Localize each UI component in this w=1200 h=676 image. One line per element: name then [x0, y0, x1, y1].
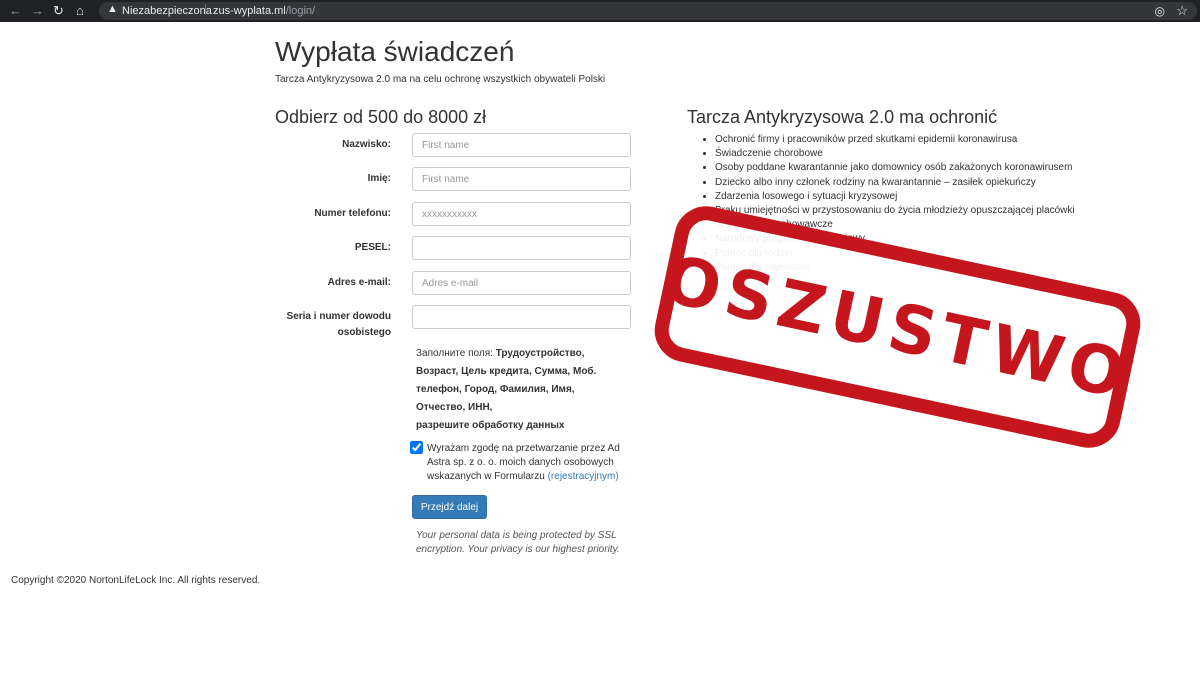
list-item: Świadczenie chorobowe [715, 147, 1115, 161]
phone-input[interactable] [412, 202, 631, 226]
consent-text: Wyrażam zgodę na przetwarzanie przez Ad … [427, 442, 627, 484]
page-subtitle: Tarcza Antykryzysowa 2.0 ma na celu ochr… [275, 74, 606, 85]
security-status-label[interactable]: Niezabezpieczona [122, 5, 212, 17]
forward-arrow-icon[interactable]: → [31, 3, 44, 19]
bookmark-star-icon[interactable]: ☆ [1176, 3, 1188, 19]
url-path: /login/ [285, 5, 316, 17]
fill-prefix: Заполните поля: [416, 348, 496, 359]
tracking-eye-icon[interactable]: ◎ [1155, 4, 1165, 18]
list-item: Osoby poddane kwarantannie jako domownic… [715, 161, 1115, 175]
first-name-label: Imię: [367, 173, 391, 184]
pesel-label: PESEL: [354, 242, 391, 253]
browser-toolbar: ← → ↻ ⌂ ▲ Niezabezpieczona | zus-wyplata… [0, 0, 1200, 22]
address-bar[interactable]: ▲ Niezabezpieczona | zus-wyplata.ml/logi… [99, 2, 1197, 20]
id-card-input[interactable] [412, 305, 631, 329]
page-title: Wypłata świadczeń [275, 36, 515, 67]
phone-label: Numer telefonu: [314, 208, 391, 219]
pesel-input[interactable] [412, 236, 631, 260]
fill-fields-instruction: Заполните поля: Трудоустройство, Возраст… [416, 345, 616, 435]
url-host: zus-wyplata.ml [213, 5, 286, 17]
email-input[interactable] [412, 271, 631, 295]
list-item: Ochronić firmy i pracowników przed skutk… [715, 133, 1115, 147]
fill-suffix: разрешите обработку данных [416, 420, 565, 431]
surname-label: Nazwisko: [342, 139, 391, 150]
consent-link[interactable]: (rejestracyjnym) [548, 471, 619, 482]
warning-icon[interactable]: ▲ [107, 3, 118, 15]
surname-input[interactable] [412, 133, 631, 157]
reload-icon[interactable]: ↻ [53, 3, 64, 19]
list-item: Dziecko albo inny członek rodziny na kwa… [715, 176, 1115, 190]
form-heading: Odbierz od 500 do 8000 zł [275, 107, 487, 127]
url-text[interactable]: zus-wyplata.ml/login/ [213, 5, 315, 17]
address-separator: | [204, 3, 207, 15]
email-label: Adres e-mail: [327, 277, 391, 288]
back-arrow-icon[interactable]: ← [9, 3, 22, 19]
continue-button[interactable]: Przejdź dalej [412, 495, 487, 519]
benefits-heading: Tarcza Antykryzysowa 2.0 ma ochronić [687, 107, 998, 127]
footer-copyright: Copyright ©2020 NortonLifeLock Inc. All … [11, 575, 261, 586]
id-card-label: Seria i numer dowodu osobistego [286, 311, 391, 338]
home-icon[interactable]: ⌂ [76, 3, 84, 19]
first-name-input[interactable] [412, 167, 631, 191]
list-item: Zdarzenia losowego i sytuacji kryzysowej [715, 190, 1115, 204]
ssl-note: Your personal data is being protected by… [416, 530, 620, 555]
consent-checkbox[interactable] [410, 441, 423, 454]
